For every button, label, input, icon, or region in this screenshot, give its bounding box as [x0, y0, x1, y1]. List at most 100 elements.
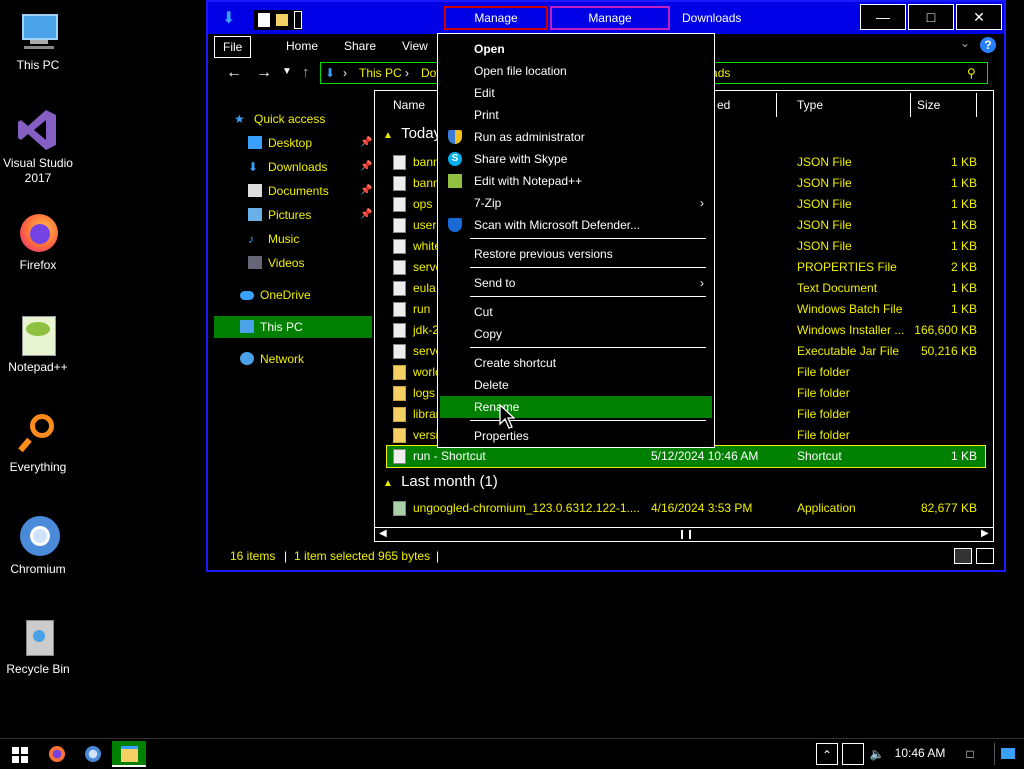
search-input[interactable]: nloads ⚲: [688, 62, 988, 84]
up-icon[interactable]: ↑: [302, 64, 310, 81]
this-pc-icon: [240, 320, 254, 333]
back-icon[interactable]: ←: [226, 64, 242, 82]
start-button[interactable]: [2, 741, 36, 767]
group-label: Today: [401, 125, 442, 142]
group-header-last-month[interactable]: ▲ Last month (1): [383, 473, 498, 490]
menu-item-properties[interactable]: Properties: [440, 425, 712, 447]
desktop-icon-visual-studio[interactable]: Visual Studio 2017: [0, 108, 76, 186]
file-icon: [393, 449, 406, 464]
menu-item-edit-with-notepadpp[interactable]: Edit with Notepad++: [440, 170, 712, 192]
clock[interactable]: 10:46 AM: [892, 746, 948, 760]
help-icon[interactable]: ?: [980, 37, 996, 53]
action-center-icon[interactable]: □: [958, 743, 982, 765]
network-status-icon[interactable]: [842, 743, 864, 765]
taskbar-file-explorer[interactable]: [112, 741, 146, 767]
manage-tab-application-tools[interactable]: Manage: [550, 6, 670, 30]
ribbon-expand-chevron-icon[interactable]: ⌄: [960, 36, 970, 50]
column-header-type[interactable]: Type: [791, 93, 911, 117]
nav-onedrive[interactable]: OneDrive: [214, 284, 372, 306]
menu-item-delete[interactable]: Delete: [440, 374, 712, 396]
taskbar-firefox[interactable]: [40, 741, 74, 767]
show-desktop-button[interactable]: [994, 743, 1019, 765]
menu-item-edit[interactable]: Edit: [440, 82, 712, 104]
volume-muted-icon[interactable]: 🔈: [866, 743, 888, 765]
tab-share[interactable]: Share: [336, 36, 384, 56]
customize-chevron-icon[interactable]: [294, 11, 302, 29]
minimize-button[interactable]: —: [860, 4, 906, 30]
new-folder-icon[interactable]: [276, 14, 288, 26]
menu-item-cut[interactable]: Cut: [440, 301, 712, 323]
tab-home[interactable]: Home: [278, 36, 326, 56]
menu-item-7zip[interactable]: 7-Zip ›: [440, 192, 712, 214]
maximize-button[interactable]: □: [908, 4, 954, 30]
nav-this-pc[interactable]: This PC: [214, 316, 372, 338]
minimize-icon: —: [876, 9, 890, 25]
menu-item-scan-with-defender[interactable]: Scan with Microsoft Defender...: [440, 214, 712, 236]
nav-network[interactable]: Network: [214, 348, 372, 370]
menu-item-open-file-location[interactable]: Open file location: [440, 60, 712, 82]
menu-item-open[interactable]: Open: [440, 38, 712, 60]
quick-access-toolbar: [254, 10, 302, 30]
scroll-thumb[interactable]: [393, 530, 973, 539]
menu-item-rename[interactable]: Rename: [440, 396, 712, 418]
recent-locations-chevron-icon[interactable]: ▼: [282, 66, 292, 77]
group-header-today[interactable]: ▲ Today: [383, 125, 441, 142]
file-size: 82,677 KB: [920, 501, 977, 515]
desktop-icon-chromium[interactable]: Chromium: [0, 514, 76, 577]
show-hidden-icons-chevron-icon[interactable]: ⌃: [816, 743, 838, 765]
menu-separator: [470, 238, 706, 239]
menu-item-label: Share with Skype: [474, 152, 568, 166]
desktop-icon-this-pc[interactable]: This PC: [0, 10, 76, 73]
horizontal-scrollbar[interactable]: ◀ ▶: [375, 527, 993, 542]
menu-item-copy[interactable]: Copy: [440, 323, 712, 345]
desktop-icon-everything[interactable]: Everything: [0, 412, 76, 475]
file-date: 5/12/2024 10:46 AM: [651, 449, 759, 463]
file-type: Windows Batch File: [797, 302, 903, 316]
file-size: 1 KB: [950, 176, 977, 190]
file-type: Text Document: [797, 281, 878, 295]
desktop-icon-recycle-bin[interactable]: Recycle Bin: [0, 614, 76, 677]
column-header-date[interactable]: ed: [711, 93, 777, 117]
forward-icon[interactable]: →: [256, 64, 272, 82]
close-icon: ✕: [973, 9, 985, 25]
nav-quick-access[interactable]: ★ Quick access: [214, 108, 372, 130]
file-icon: [393, 176, 406, 191]
close-button[interactable]: ✕: [956, 4, 1002, 30]
nav-music[interactable]: ♪ Music: [214, 228, 372, 250]
menu-item-label: Create shortcut: [474, 356, 557, 370]
taskbar-chromium[interactable]: [76, 741, 110, 767]
title-bar[interactable]: ⬇ Manage Manage Downloads — □ ✕: [208, 2, 1004, 34]
menu-item-share-with-skype[interactable]: S Share with Skype: [440, 148, 712, 170]
file-size: 166,600 KB: [914, 323, 977, 337]
manage-tab-shortcut-tools[interactable]: Manage: [444, 6, 548, 30]
window-title: Downloads: [682, 11, 742, 25]
large-icons-view-icon[interactable]: [976, 548, 994, 564]
column-header-size[interactable]: Size: [911, 93, 977, 117]
table-row[interactable]: run - Shortcut 5/12/2024 10:46 AM Shortcut…: [386, 445, 986, 468]
file-type: File folder: [797, 365, 850, 379]
nav-videos[interactable]: Videos: [214, 252, 372, 274]
scroll-left-icon[interactable]: ◀: [379, 528, 387, 539]
menu-item-restore-previous-versions[interactable]: Restore previous versions: [440, 243, 712, 265]
tab-file[interactable]: File: [214, 36, 252, 58]
menu-item-send-to[interactable]: Send to ›: [440, 272, 712, 294]
file-icon: [393, 260, 406, 275]
desktop-icon-firefox[interactable]: Firefox: [0, 210, 76, 273]
nav-desktop[interactable]: Desktop 📌: [214, 132, 372, 154]
properties-icon[interactable]: [258, 13, 270, 27]
nav-pictures[interactable]: Pictures 📌: [214, 204, 372, 226]
desktop-preview-icon: [1001, 748, 1015, 759]
menu-item-label: Print: [474, 108, 499, 122]
desktop-icon-notepadpp[interactable]: Notepad++: [0, 312, 76, 375]
file-icon: [393, 323, 406, 338]
nav-downloads[interactable]: ⬇ Downloads 📌: [214, 156, 372, 178]
menu-item-print[interactable]: Print: [440, 104, 712, 126]
menu-item-run-as-administrator[interactable]: Run as administrator: [440, 126, 712, 148]
scroll-right-icon[interactable]: ▶: [981, 528, 989, 539]
breadcrumb-this-pc[interactable]: This PC: [359, 63, 402, 83]
nav-documents[interactable]: Documents 📌: [214, 180, 372, 202]
table-row[interactable]: ungoogled-chromium_123.0.6312.122-1.... …: [387, 498, 985, 519]
menu-item-create-shortcut[interactable]: Create shortcut: [440, 352, 712, 374]
details-view-icon[interactable]: [954, 548, 972, 564]
tab-view[interactable]: View: [394, 36, 436, 56]
